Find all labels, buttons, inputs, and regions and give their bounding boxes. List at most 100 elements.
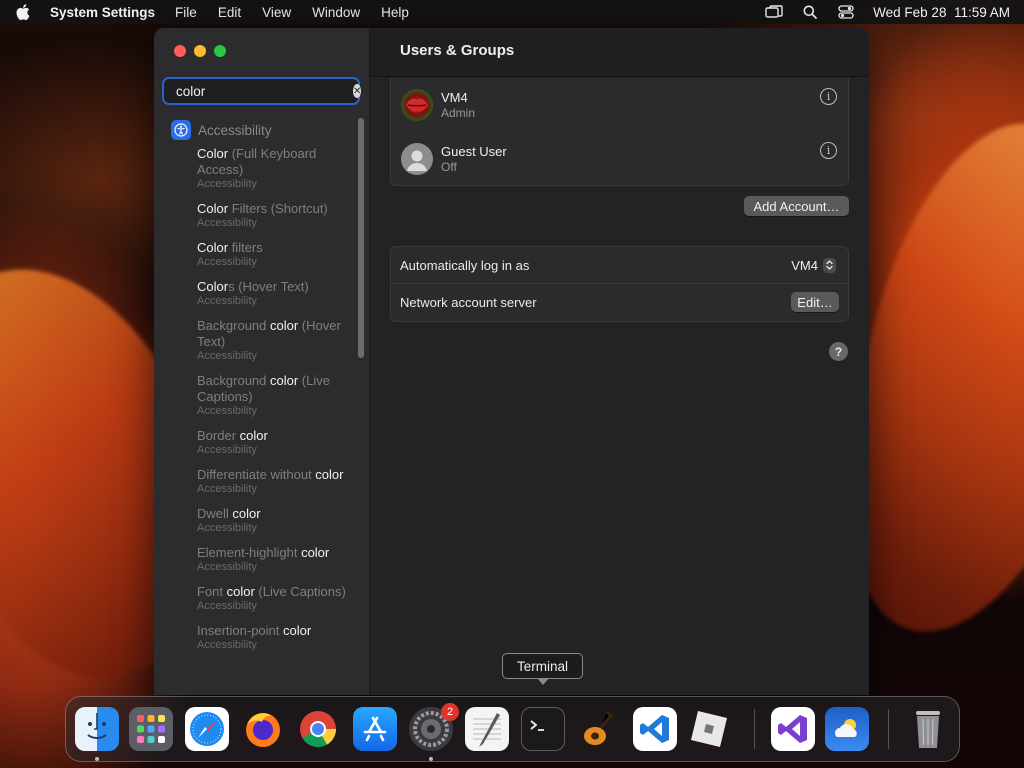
- search-result-item[interactable]: Dwell color Accessibility: [154, 502, 364, 535]
- finder-icon[interactable]: [75, 707, 119, 751]
- search-result-category: Accessibility: [197, 600, 257, 612]
- menu-app-name[interactable]: System Settings: [50, 5, 155, 20]
- menu-file[interactable]: File: [175, 5, 197, 20]
- user-role: Admin: [441, 105, 476, 120]
- dock-tooltip: Terminal: [502, 653, 583, 685]
- visual-studio-icon[interactable]: [771, 707, 815, 751]
- notification-badge: 2: [441, 703, 459, 721]
- search-field[interactable]: ✕: [162, 77, 362, 105]
- search-input[interactable]: [176, 83, 353, 99]
- result-prefix-text: Insertion-point: [197, 623, 283, 638]
- search-result-category: Accessibility: [197, 444, 257, 456]
- textedit-icon[interactable]: [465, 707, 509, 751]
- result-match-text: color: [270, 373, 299, 388]
- menu-view[interactable]: View: [262, 5, 291, 20]
- search-result-item[interactable]: Insertion-point color Accessibility: [154, 619, 364, 652]
- search-result-category: Accessibility: [197, 639, 257, 651]
- search-result-category: Accessibility: [197, 522, 257, 534]
- search-result-category: Accessibility: [197, 256, 257, 268]
- info-icon[interactable]: i: [820, 142, 837, 159]
- search-result-title: Border color: [197, 428, 364, 444]
- apple-menu-icon[interactable]: [14, 4, 32, 20]
- terminal-icon[interactable]: [521, 707, 565, 751]
- accessibility-section-header[interactable]: Accessibility: [154, 118, 364, 142]
- menu-window[interactable]: Window: [312, 5, 360, 20]
- network-server-label: Network account server: [400, 295, 537, 310]
- app-store-icon[interactable]: [353, 707, 397, 751]
- result-prefix-text: Differentiate without: [197, 467, 316, 482]
- popup-chevrons-icon: [823, 257, 836, 273]
- search-result-item[interactable]: Differentiate without color Accessibility: [154, 463, 364, 496]
- search-result-item[interactable]: Color filters Accessibility: [154, 236, 364, 269]
- search-result-title: Color filters: [197, 240, 364, 256]
- window-controls: [174, 45, 226, 57]
- minimize-window-button[interactable]: [194, 45, 206, 57]
- search-result-item[interactable]: Color Filters (Shortcut) Accessibility: [154, 197, 364, 230]
- edit-network-server-button[interactable]: Edit…: [791, 292, 839, 312]
- auto-login-popup[interactable]: VM4: [791, 257, 836, 273]
- weather-icon[interactable]: [825, 707, 869, 751]
- search-result-category: Accessibility: [197, 350, 257, 362]
- menu-help[interactable]: Help: [381, 5, 409, 20]
- search-result-title: Background color (Live Captions): [197, 373, 364, 405]
- accessibility-section-label: Accessibility: [198, 122, 272, 138]
- sidebar-scrollbar[interactable]: [358, 118, 364, 358]
- search-result-title: Dwell color: [197, 506, 364, 522]
- search-result-item[interactable]: Color (Full Keyboard Access) Accessibilit…: [154, 142, 364, 191]
- search-result-item[interactable]: Font color (Live Captions) Accessibility: [154, 580, 364, 613]
- safari-icon[interactable]: [185, 707, 229, 751]
- search-result-item[interactable]: Background color (Hover Text) Accessibili…: [154, 314, 364, 363]
- firefox-icon[interactable]: [241, 707, 285, 751]
- result-rest-text: (Live Captions): [254, 584, 346, 599]
- search-result-category: Accessibility: [197, 217, 257, 229]
- roblox-icon[interactable]: [687, 707, 731, 751]
- search-result-item[interactable]: Border color Accessibility: [154, 424, 364, 457]
- search-result-title: Background color (Hover Text): [197, 318, 364, 350]
- zoom-window-button[interactable]: [214, 45, 226, 57]
- search-result-title: Differentiate without color: [197, 467, 364, 483]
- result-prefix-text: Background: [197, 318, 270, 333]
- result-match-text: color: [232, 506, 261, 521]
- login-settings-group: Automatically log in as VM4 Network acco…: [390, 246, 849, 322]
- users-list: VM4 Admin i Guest User Off i: [390, 78, 849, 186]
- dock-divider: [888, 709, 889, 749]
- vscode-icon[interactable]: [633, 707, 677, 751]
- user-name: VM4: [441, 89, 468, 105]
- search-result-title: Font color (Live Captions): [197, 584, 364, 600]
- trash-icon[interactable]: [906, 707, 950, 751]
- clear-search-icon[interactable]: ✕: [353, 84, 362, 98]
- search-result-title: Color Filters (Shortcut): [197, 201, 364, 217]
- result-rest-text: Filters (Shortcut): [228, 201, 328, 216]
- add-account-button[interactable]: Add Account…: [744, 196, 849, 216]
- result-match-text: color: [226, 584, 255, 599]
- help-button[interactable]: ?: [829, 342, 848, 361]
- user-role: Off: [441, 159, 457, 174]
- close-window-button[interactable]: [174, 45, 186, 57]
- search-result-item[interactable]: Element-highlight color Accessibility: [154, 541, 364, 574]
- screen-mirroring-icon[interactable]: [765, 5, 783, 19]
- result-rest-text: s (Hover Text): [228, 279, 309, 294]
- user-row-guest[interactable]: Guest User Off i: [391, 132, 848, 186]
- result-prefix-text: Element-highlight: [197, 545, 302, 560]
- result-match-text: Color: [197, 201, 229, 216]
- result-match-text: color: [239, 428, 268, 443]
- menu-edit[interactable]: Edit: [218, 5, 241, 20]
- search-results-list: Accessibility Color (Full Keyboard Acces…: [154, 118, 364, 695]
- user-row-vm4[interactable]: VM4 Admin i: [391, 78, 848, 132]
- search-result-item[interactable]: Colors (Hover Text) Accessibility: [154, 275, 364, 308]
- chrome-icon[interactable]: [296, 707, 340, 751]
- search-result-item[interactable]: Background color (Live Captions) Accessib…: [154, 369, 364, 418]
- control-center-icon[interactable]: [837, 5, 855, 19]
- page-title: Users & Groups: [400, 42, 515, 59]
- garageband-icon[interactable]: [577, 707, 621, 751]
- auto-login-value: VM4: [791, 257, 818, 273]
- result-match-text: Color: [197, 279, 229, 294]
- spotlight-search-icon[interactable]: [801, 5, 819, 19]
- search-result-category: Accessibility: [197, 295, 257, 307]
- launchpad-icon[interactable]: [129, 707, 173, 751]
- menu-clock[interactable]: Wed Feb 28 11:59 AM: [873, 5, 1010, 20]
- result-prefix-text: Dwell: [197, 506, 233, 521]
- search-result-category: Accessibility: [197, 178, 257, 190]
- result-match-text: color: [301, 545, 330, 560]
- info-icon[interactable]: i: [820, 88, 837, 105]
